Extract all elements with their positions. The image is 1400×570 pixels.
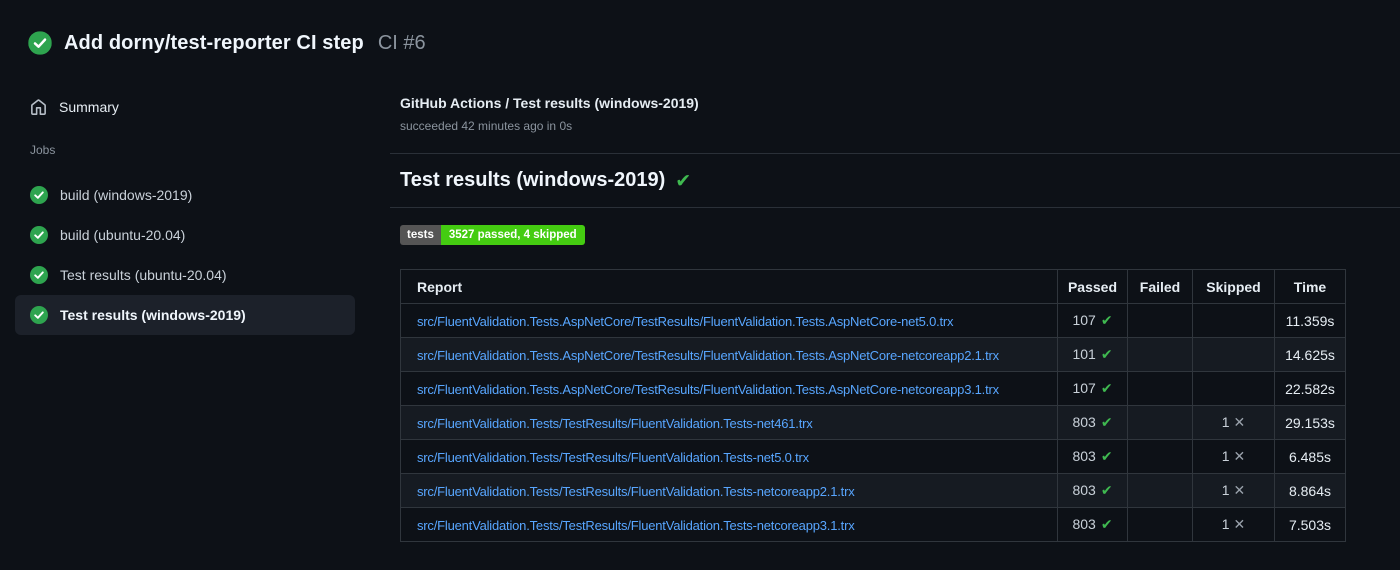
job-label: build (windows-2019)	[60, 187, 193, 203]
report-link[interactable]: src/FluentValidation.Tests/TestResults/F…	[417, 518, 855, 533]
home-icon	[30, 98, 47, 116]
job-label: build (ubuntu-20.04)	[60, 227, 186, 243]
column-header-skipped: Skipped	[1192, 269, 1275, 304]
check-icon: ✔	[1100, 313, 1113, 329]
badge-label: tests	[400, 225, 441, 245]
job-list: build (windows-2019) build (ubuntu-20.04…	[15, 175, 390, 335]
passed-cell: 803 ✔	[1057, 405, 1128, 440]
time-cell: 14.625s	[1274, 337, 1346, 372]
run-number: CI #6	[377, 31, 426, 54]
column-header-time: Time	[1274, 269, 1346, 304]
passed-cell: 803 ✔	[1057, 507, 1128, 542]
check-run-title: GitHub Actions / Test results (windows-2…	[400, 95, 699, 111]
passed-cell: 101 ✔	[1057, 337, 1128, 372]
report-link[interactable]: src/FluentValidation.Tests.AspNetCore/Te…	[417, 382, 999, 397]
tests-badge: tests 3527 passed, 4 skipped	[400, 225, 585, 245]
time-cell: 7.503s	[1274, 507, 1346, 542]
job-label: Test results (windows-2019)	[60, 307, 246, 323]
check-icon: ✔	[1100, 449, 1113, 465]
column-header-report: Report	[400, 269, 1058, 304]
main-panel: GitHub Actions / Test results (windows-2…	[390, 80, 1400, 542]
sidebar-job-item[interactable]: build (ubuntu-20.04)	[15, 215, 355, 255]
skipped-cell: 1 ✕	[1192, 473, 1275, 508]
report-heading: Test results (windows-2019)	[400, 169, 666, 191]
column-header-failed: Failed	[1127, 269, 1193, 304]
check-icon: ✔	[1100, 483, 1113, 499]
sidebar-item-summary[interactable]: Summary	[30, 95, 390, 119]
skipped-cell	[1192, 303, 1275, 338]
table-row: src/FluentValidation.Tests/TestResults/F…	[400, 439, 1346, 474]
time-cell: 22.582s	[1274, 371, 1346, 406]
time-cell: 11.359s	[1274, 303, 1346, 338]
check-icon: ✔	[1100, 347, 1113, 363]
failed-cell	[1127, 439, 1193, 474]
table-row: src/FluentValidation.Tests/TestResults/F…	[400, 507, 1346, 542]
failed-cell	[1127, 507, 1193, 542]
report-link[interactable]: src/FluentValidation.Tests.AspNetCore/Te…	[417, 314, 954, 329]
time-cell: 6.485s	[1274, 439, 1346, 474]
table-header-row: Report Passed Failed Skipped Time	[400, 269, 1346, 304]
check-icon: ✔	[1100, 517, 1113, 533]
table-row: src/FluentValidation.Tests.AspNetCore/Te…	[400, 303, 1346, 338]
divider	[390, 153, 1400, 154]
check-icon: ✔	[1100, 415, 1113, 431]
report-link[interactable]: src/FluentValidation.Tests/TestResults/F…	[417, 416, 813, 431]
success-check-icon	[30, 266, 48, 284]
results-table: Report Passed Failed Skipped Time src/Fl…	[400, 269, 1346, 542]
report-link[interactable]: src/FluentValidation.Tests/TestResults/F…	[417, 450, 809, 465]
badge-value: 3527 passed, 4 skipped	[440, 225, 585, 245]
sidebar-job-item[interactable]: Test results (windows-2019)	[15, 295, 355, 335]
sidebar: Summary Jobs build (windows-2019) build …	[0, 80, 390, 542]
sidebar-job-item[interactable]: build (windows-2019)	[15, 175, 355, 215]
failed-cell	[1127, 371, 1193, 406]
time-cell: 8.864s	[1274, 473, 1346, 508]
check-run-status: succeeded 42 minutes ago in 0s	[400, 119, 573, 133]
failed-cell	[1127, 303, 1193, 338]
x-icon: ✕	[1233, 483, 1246, 499]
run-title: Add dorny/test-reporter CI step	[64, 31, 364, 54]
success-check-icon	[30, 186, 48, 204]
check-icon: ✔	[1100, 381, 1113, 397]
skipped-cell: 1 ✕	[1192, 439, 1275, 474]
failed-cell	[1127, 337, 1193, 372]
sidebar-summary-label: Summary	[59, 99, 119, 115]
run-header: Add dorny/test-reporter CI step CI #6	[0, 0, 1400, 56]
passed-cell: 803 ✔	[1057, 439, 1128, 474]
success-check-icon	[30, 226, 48, 244]
table-row: src/FluentValidation.Tests/TestResults/F…	[400, 405, 1346, 440]
failed-cell	[1127, 473, 1193, 508]
success-check-icon	[30, 306, 48, 324]
skipped-cell	[1192, 337, 1275, 372]
x-icon: ✕	[1233, 449, 1246, 465]
sidebar-jobs-heading: Jobs	[30, 143, 56, 157]
x-icon: ✕	[1233, 415, 1246, 431]
passed-cell: 107 ✔	[1057, 371, 1128, 406]
run-status-success-icon	[28, 31, 52, 55]
passed-cell: 107 ✔	[1057, 303, 1128, 338]
time-cell: 29.153s	[1274, 405, 1346, 440]
divider	[390, 207, 1400, 208]
column-header-passed: Passed	[1057, 269, 1128, 304]
report-link[interactable]: src/FluentValidation.Tests/TestResults/F…	[417, 484, 855, 499]
job-label: Test results (ubuntu-20.04)	[60, 267, 227, 283]
passed-cell: 803 ✔	[1057, 473, 1128, 508]
skipped-cell: 1 ✕	[1192, 507, 1275, 542]
skipped-cell: 1 ✕	[1192, 405, 1275, 440]
failed-cell	[1127, 405, 1193, 440]
x-icon: ✕	[1233, 517, 1246, 533]
table-row: src/FluentValidation.Tests.AspNetCore/Te…	[400, 337, 1346, 372]
table-row: src/FluentValidation.Tests.AspNetCore/Te…	[400, 371, 1346, 406]
results-table-body: src/FluentValidation.Tests.AspNetCore/Te…	[400, 303, 1346, 542]
heading-check-icon: ✔	[675, 169, 692, 192]
table-row: src/FluentValidation.Tests/TestResults/F…	[400, 473, 1346, 508]
skipped-cell	[1192, 371, 1275, 406]
report-link[interactable]: src/FluentValidation.Tests.AspNetCore/Te…	[417, 348, 999, 363]
sidebar-job-item[interactable]: Test results (ubuntu-20.04)	[15, 255, 355, 295]
